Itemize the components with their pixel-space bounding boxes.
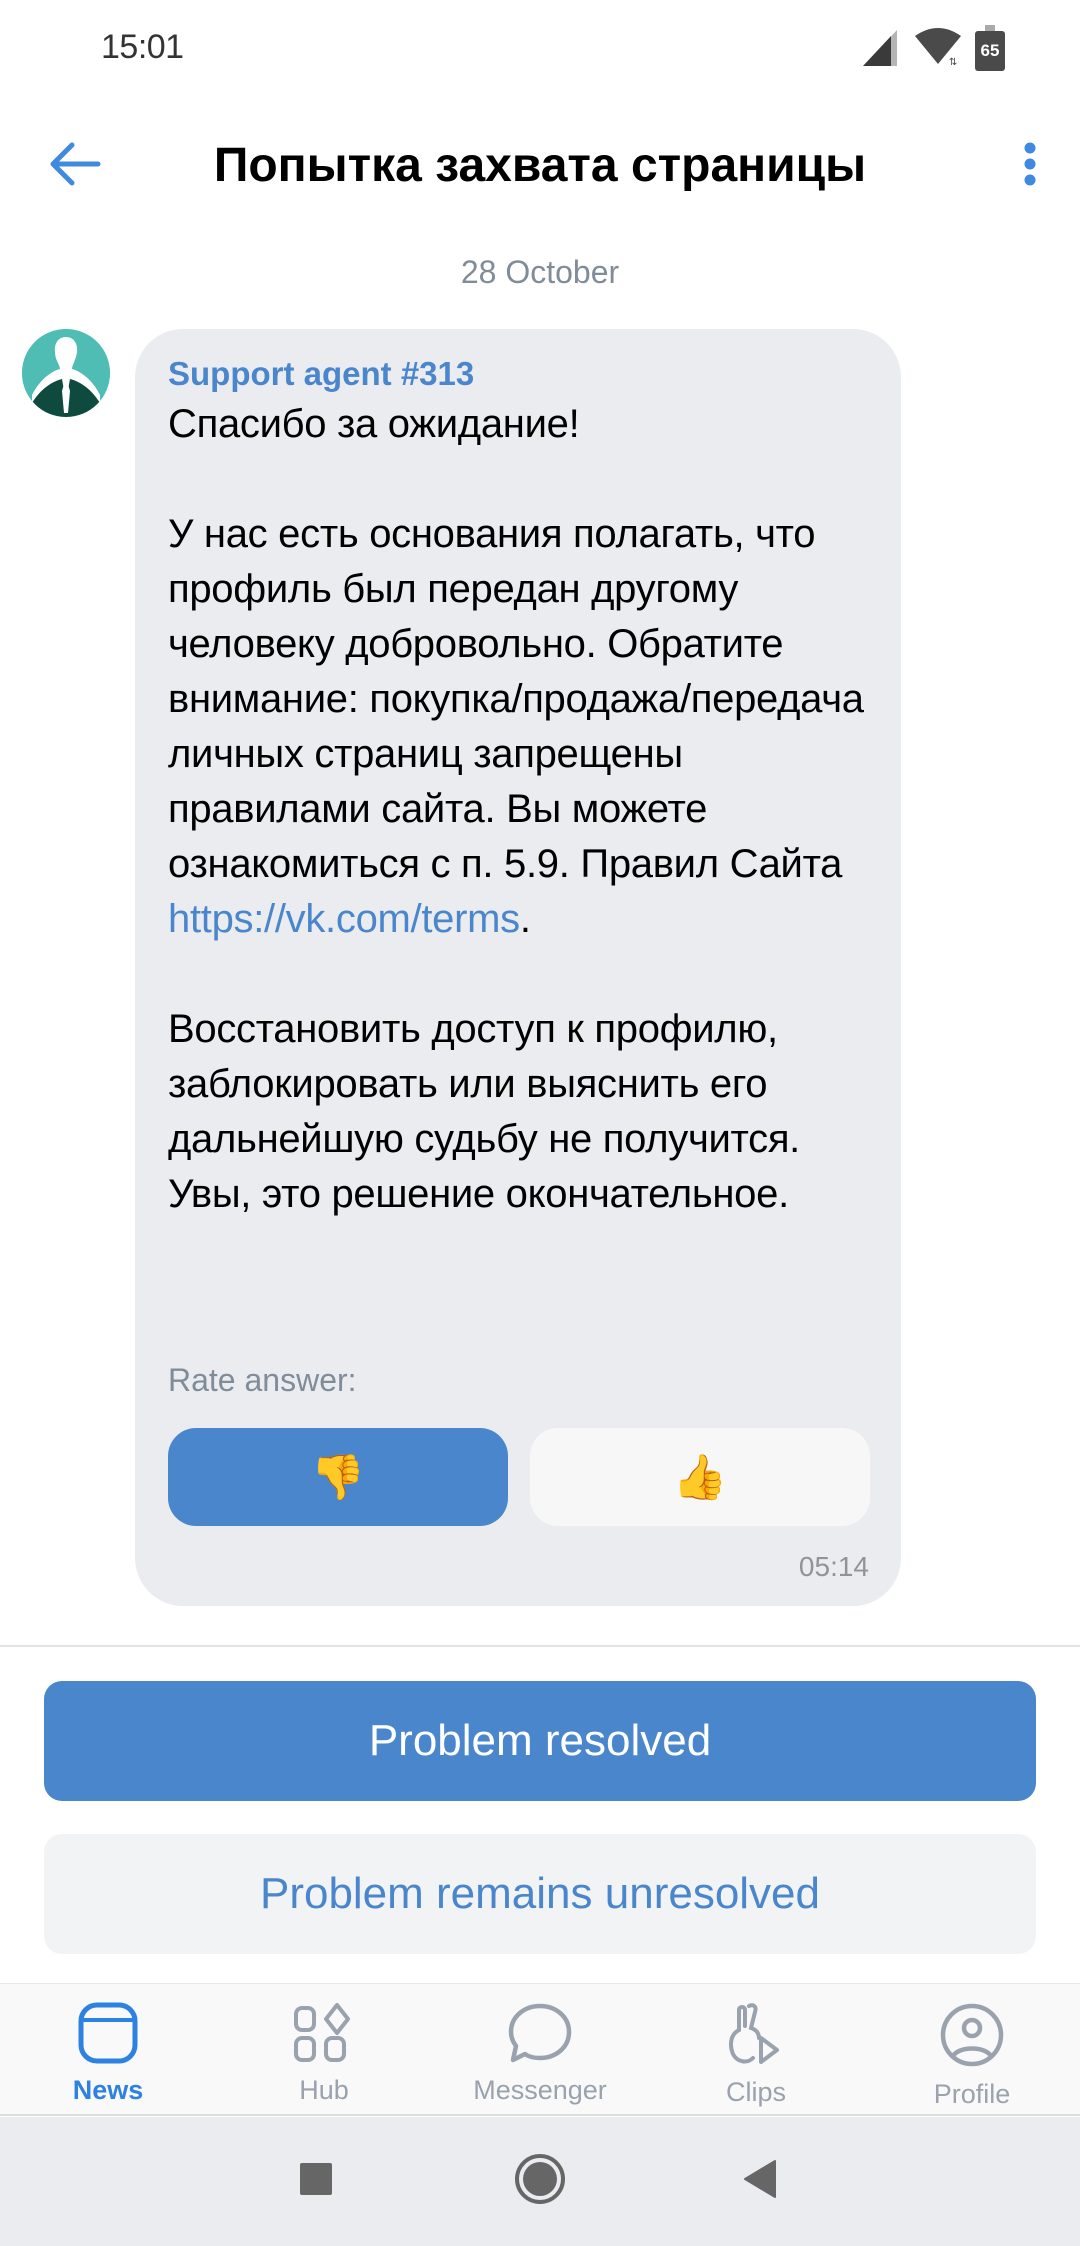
bottom-tab-bar: News Hub Messenger Clips Profile bbox=[0, 1983, 1080, 2116]
tab-label: Clips bbox=[725, 2077, 786, 2107]
news-icon bbox=[78, 2002, 138, 2069]
triangle-back-icon bbox=[743, 2159, 777, 2204]
signal-icon bbox=[861, 28, 901, 71]
message-sender[interactable]: Support agent #313 bbox=[168, 355, 869, 397]
tab-hub[interactable]: Hub bbox=[216, 1984, 432, 2114]
status-icons: ⇅ 65 bbox=[861, 25, 1005, 71]
more-options-button[interactable] bbox=[1000, 136, 1060, 196]
tab-label: Profile bbox=[933, 2079, 1011, 2109]
home-circle-icon bbox=[514, 2153, 566, 2210]
date-separator: 28 October bbox=[460, 254, 620, 290]
home-button[interactable] bbox=[490, 2117, 590, 2246]
message-bubble: Support agent #313 Спасибо за ожидание! … bbox=[135, 329, 901, 1606]
support-agent-avatar[interactable] bbox=[22, 329, 110, 417]
rate-thumbs-up-button[interactable]: 👍 bbox=[530, 1428, 870, 1526]
tab-label: Messenger bbox=[473, 2075, 607, 2105]
system-nav-bar bbox=[0, 2117, 1080, 2246]
clips-icon bbox=[725, 2002, 787, 2071]
wifi-icon: ⇅ bbox=[913, 26, 963, 71]
message-text-part-2: . Восстановить доступ к профилю, заблоки… bbox=[168, 897, 800, 1216]
tab-label: Hub bbox=[299, 2075, 349, 2105]
rate-answer-label: Rate answer: bbox=[168, 1362, 357, 1398]
divider bbox=[0, 1645, 1080, 1647]
rate-thumbs-down-button[interactable]: 👎 bbox=[168, 1428, 508, 1526]
thumbs-up-icon: 👍 bbox=[672, 1453, 728, 1502]
status-bar: 15:01 ⇅ 65 bbox=[0, 0, 1080, 96]
hub-icon bbox=[293, 2002, 355, 2069]
battery-icon: 65 bbox=[975, 25, 1005, 71]
tab-label: News bbox=[72, 2075, 144, 2105]
agent-figure-icon bbox=[22, 329, 110, 417]
tab-clips[interactable]: Clips bbox=[648, 1984, 864, 2114]
app-header: Попытка захвата страницы bbox=[0, 110, 1080, 220]
tab-news[interactable]: News bbox=[0, 1984, 216, 2114]
tab-messenger[interactable]: Messenger bbox=[432, 1984, 648, 2114]
message-text-part-1: Спасибо за ожидание! У нас есть основани… bbox=[168, 402, 864, 886]
recents-button[interactable] bbox=[266, 2117, 366, 2246]
problem-resolved-button[interactable]: Problem resolved bbox=[44, 1681, 1036, 1801]
message-time: 05:14 bbox=[798, 1551, 869, 1582]
svg-text:⇅: ⇅ bbox=[949, 57, 957, 66]
messenger-icon bbox=[507, 2002, 573, 2069]
profile-icon bbox=[939, 2002, 1005, 2073]
more-vertical-icon bbox=[1023, 141, 1037, 192]
page-title: Попытка захвата страницы bbox=[213, 139, 867, 192]
square-icon bbox=[299, 2162, 333, 2201]
message-text: Спасибо за ожидание! У нас есть основани… bbox=[168, 397, 869, 1222]
thumbs-down-icon: 👎 bbox=[310, 1453, 366, 1502]
problem-unresolved-button[interactable]: Problem remains unresolved bbox=[44, 1834, 1036, 1954]
status-time: 15:01 bbox=[101, 28, 184, 66]
terms-link[interactable]: https://vk.com/terms bbox=[168, 897, 520, 941]
back-nav-button[interactable] bbox=[710, 2117, 810, 2246]
tab-profile[interactable]: Profile bbox=[864, 1984, 1080, 2114]
battery-level: 65 bbox=[980, 41, 1000, 60]
